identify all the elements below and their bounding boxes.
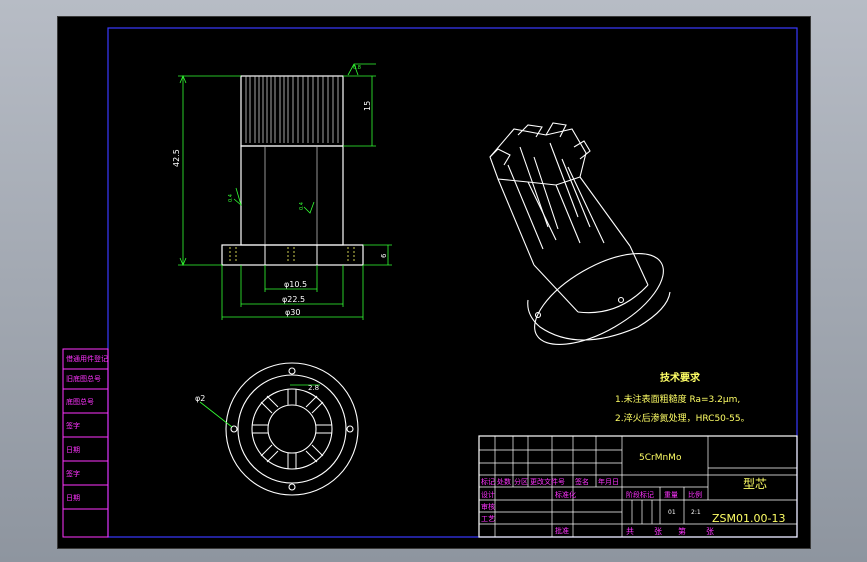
tech-req-item-2: 2.淬火后渗氮处理，HRC50-55。 xyxy=(615,412,750,424)
tb-stage-mark: 阶段标记 xyxy=(626,490,654,499)
tb-design: 设计 xyxy=(481,490,495,499)
roughness-shaft-a: 0.4 xyxy=(228,194,234,202)
tb-approve: 批准 xyxy=(555,526,569,535)
tb-header-date: 年月日 xyxy=(598,477,619,486)
side-table-item-3: 底图总号 xyxy=(66,397,94,406)
top-view xyxy=(199,362,359,496)
tb-header-mark: 标记 xyxy=(481,477,495,486)
dim-dia-outer-label: φ30 xyxy=(285,308,300,317)
tb-sheet-unit2: 张 xyxy=(706,527,714,536)
tb-header-count: 处数 xyxy=(497,477,511,486)
cad-viewport[interactable]: 借通用件登记 旧底图总号 底图总号 签字 日期 签字 日期 42.5 15 0.… xyxy=(57,16,811,549)
tb-header-zone: 分区 xyxy=(514,477,528,486)
dim-flange-thickness-label: 6 xyxy=(380,253,388,258)
tb-header-change: 更改文件号 xyxy=(530,477,565,486)
isometric-view xyxy=(489,122,671,345)
tech-req-title: 技术要求 xyxy=(660,371,701,384)
roughness-shaft-b: 0.4 xyxy=(299,202,305,210)
dim-dia-inner-label: φ10.5 xyxy=(284,280,307,289)
tb-material: 5CrMnMo xyxy=(639,453,682,463)
front-view: 42.5 15 0.8 0.4 0.4 6 φ10.5 φ22.5 φ30 xyxy=(172,63,392,320)
side-table-item-7: 日期 xyxy=(66,494,80,502)
technical-requirements: 技术要求 1.未注表面粗糙度 Ra=3.2μm, 2.淬火后渗氮处理，HRC50… xyxy=(615,371,750,424)
tb-weight-value: 01 xyxy=(668,509,676,516)
drawing-canvas: 借通用件登记 旧底图总号 底图总号 签字 日期 签字 日期 42.5 15 0.… xyxy=(62,27,798,538)
dim-hole-label: φ2 xyxy=(195,394,205,403)
top-view-dims xyxy=(199,384,320,428)
dim-dia-mid-label: φ22.5 xyxy=(282,295,305,304)
roughness-top-label: 0.8 xyxy=(353,65,361,71)
side-table-item-1: 借通用件登记 xyxy=(66,354,108,363)
tb-sheet-unit: 张 xyxy=(654,527,662,536)
tb-part-name: 型芯 xyxy=(743,477,767,491)
tb-drawing-number: ZSM01.00-13 xyxy=(712,512,785,525)
side-table-item-4: 签字 xyxy=(66,421,80,430)
title-block: 标记 处数 分区 更改文件号 签名 年月日 设计 标准化 审核 工艺 批准 阶段… xyxy=(478,435,798,538)
dim-teeth-height-label: 15 xyxy=(363,101,372,111)
tb-review: 审核 xyxy=(481,502,495,511)
dim-tooth-width-label: 2.8 xyxy=(308,384,319,392)
dim-total-height-label: 42.5 xyxy=(172,149,181,167)
side-table: 借通用件登记 旧底图总号 底图总号 签字 日期 签字 日期 xyxy=(62,348,109,538)
sheet-inner-border xyxy=(107,27,798,538)
tb-sheet-no: 第 xyxy=(678,526,686,536)
tb-process: 工艺 xyxy=(481,515,495,523)
side-table-item-2: 旧底图总号 xyxy=(66,374,101,383)
tb-scale-value: 2:1 xyxy=(691,509,701,516)
tech-req-item-1: 1.未注表面粗糙度 Ra=3.2μm, xyxy=(615,393,740,405)
side-table-item-6: 签字 xyxy=(66,469,80,478)
side-table-item-5: 日期 xyxy=(66,446,80,454)
tb-standardization: 标准化 xyxy=(555,490,576,499)
dim-total-height xyxy=(178,74,241,267)
tb-header-sign: 签名 xyxy=(575,477,589,486)
tb-weight: 重量 xyxy=(664,491,678,499)
tb-scale: 比例 xyxy=(688,490,702,499)
tb-total: 共 xyxy=(626,527,634,536)
